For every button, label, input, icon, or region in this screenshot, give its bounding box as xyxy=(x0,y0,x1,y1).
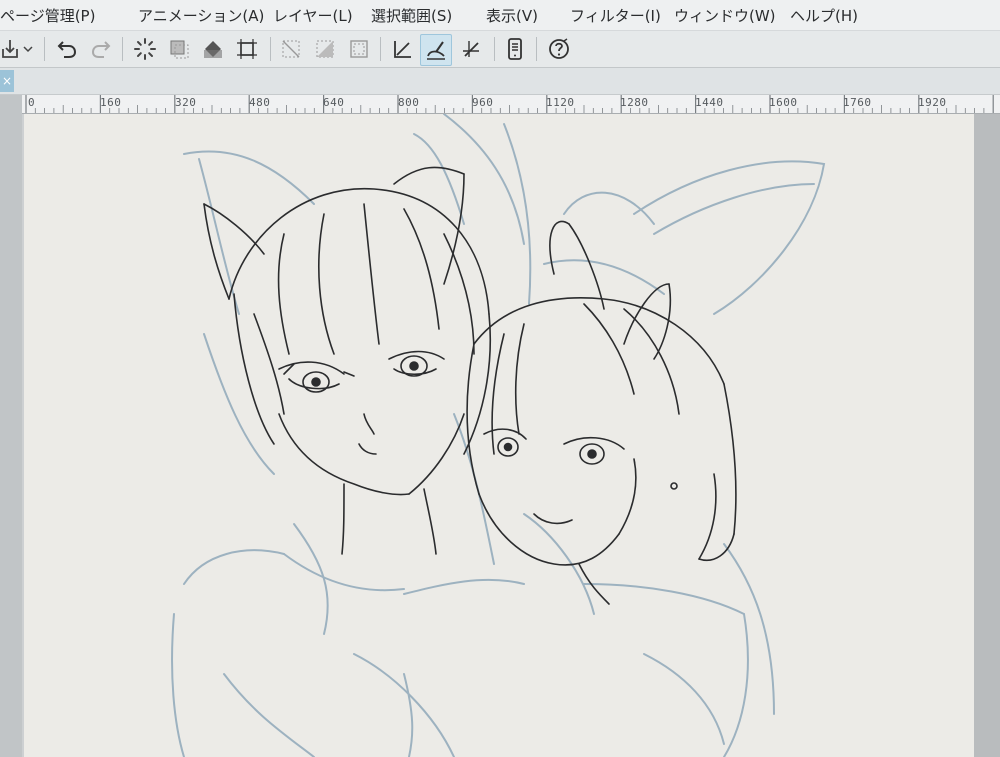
toolbar-separator xyxy=(536,37,537,61)
ruler-label: 480 xyxy=(249,96,271,109)
menu-view[interactable]: 表示(V) xyxy=(486,5,538,26)
horizontal-ruler: 0 160 320 480 640 800 960 1120 1280 1440… xyxy=(22,95,1000,114)
transform-icon[interactable] xyxy=(232,34,262,64)
toolbar-separator xyxy=(380,37,381,61)
ruler-label: 640 xyxy=(323,96,345,109)
loading-icon[interactable] xyxy=(130,34,160,64)
canvas-right-edge xyxy=(974,114,1000,757)
menu-window[interactable]: ウィンドウ(W) xyxy=(674,5,776,26)
ruler-snap-icon[interactable] xyxy=(388,34,418,64)
drawing-canvas[interactable] xyxy=(24,114,974,757)
ruler-label: 1280 xyxy=(620,96,649,109)
command-bar xyxy=(0,31,1000,68)
ruler-label: 320 xyxy=(175,96,197,109)
toolbar-separator xyxy=(122,37,123,61)
help-icon[interactable] xyxy=(544,34,574,64)
sketch-drawing xyxy=(171,114,826,757)
toolbar-separator xyxy=(44,37,45,61)
menu-selection[interactable]: 選択範囲(S) xyxy=(371,5,452,26)
toolbar-separator xyxy=(270,37,271,61)
menu-filter[interactable]: フィルター(I) xyxy=(570,5,661,26)
ruler-label: 1120 xyxy=(546,96,575,109)
menu-animation[interactable]: アニメーション(A) xyxy=(138,5,264,26)
ruler-label: 1600 xyxy=(769,96,798,109)
clear-layer-icon[interactable] xyxy=(164,34,194,64)
menu-page-management[interactable]: ページ管理(P) xyxy=(0,5,95,26)
ruler-label: 160 xyxy=(100,96,122,109)
smartphone-icon[interactable] xyxy=(500,34,530,64)
menu-bar: ページ管理(P) アニメーション(A) レイヤー(L) 選択範囲(S) 表示(V… xyxy=(0,0,1000,31)
selection-border-icon[interactable] xyxy=(344,34,374,64)
fill-icon[interactable] xyxy=(198,34,228,64)
ruler-label: 1440 xyxy=(695,96,724,109)
grid-snap-icon[interactable] xyxy=(456,34,486,64)
rough-sketch-layer xyxy=(171,114,826,757)
ruler-label: 800 xyxy=(398,96,420,109)
canvas-area[interactable] xyxy=(22,114,1000,757)
ruler-label: 1920 xyxy=(918,96,947,109)
invert-selection-icon[interactable] xyxy=(310,34,340,64)
toolbar-separator xyxy=(494,37,495,61)
ruler-label: 0 xyxy=(28,96,36,109)
document-tab-strip: × xyxy=(0,68,1000,95)
ruler-label: 960 xyxy=(472,96,494,109)
special-ruler-snap-icon[interactable] xyxy=(420,34,452,66)
ruler-label: 1760 xyxy=(843,96,872,109)
deselect-icon[interactable] xyxy=(276,34,306,64)
dropdown-arrow-icon[interactable] xyxy=(20,34,36,64)
undo-icon[interactable] xyxy=(52,34,82,64)
redo-icon[interactable] xyxy=(86,34,116,64)
menu-help[interactable]: ヘルプ(H) xyxy=(790,5,858,26)
vertical-ruler xyxy=(0,95,23,757)
tab-close-button[interactable]: × xyxy=(0,70,14,92)
menu-layer[interactable]: レイヤー(L) xyxy=(273,5,353,26)
